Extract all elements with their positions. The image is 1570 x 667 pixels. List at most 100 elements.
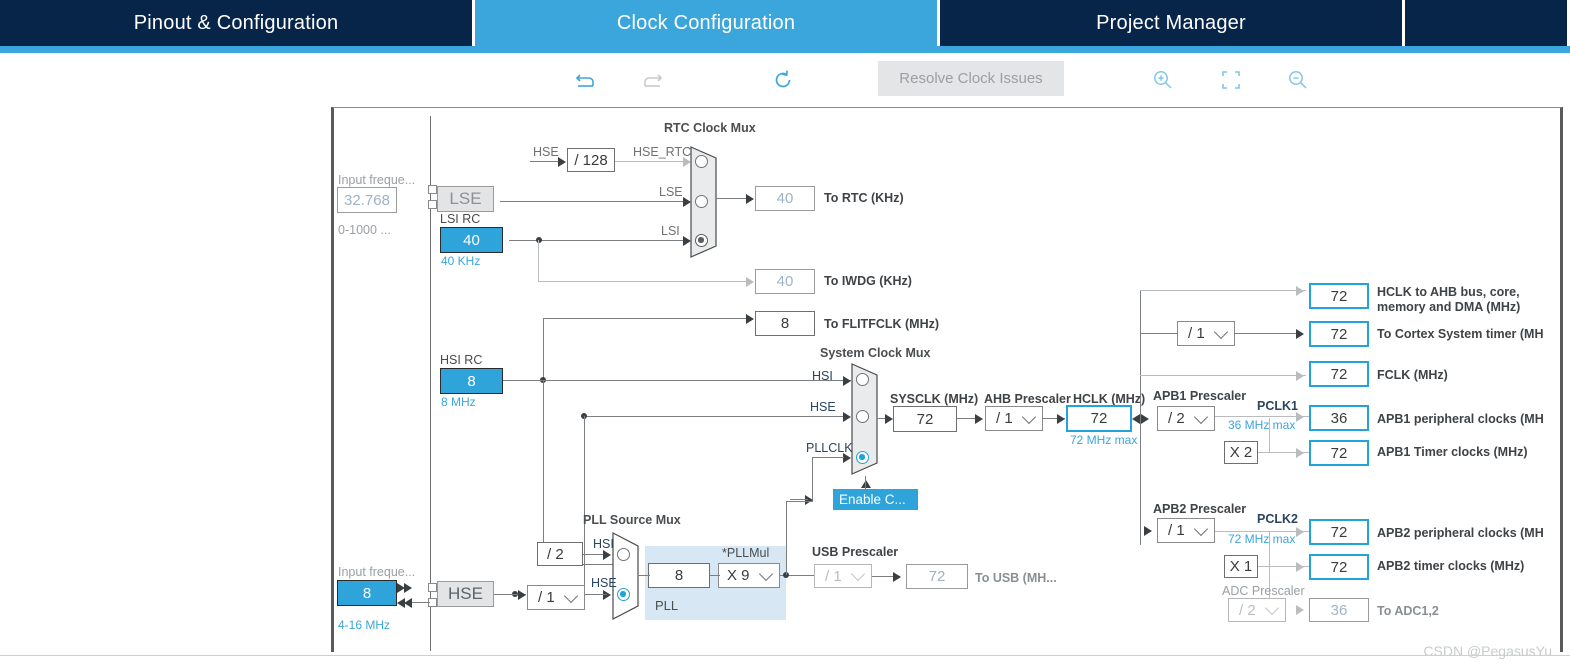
tab-label: Project Manager — [1096, 11, 1246, 34]
pll-block-label: PLL — [655, 598, 679, 613]
pll-source-mux-shape[interactable] — [612, 532, 644, 620]
arrow-into-adc-out — [1296, 605, 1304, 615]
hclk-out-label-line1: HCLK to AHB bus, core, — [1377, 285, 1520, 299]
adc-prescaler-select[interactable]: / 2 — [1228, 598, 1286, 622]
tab-project-manager[interactable]: Project Manager — [940, 0, 1405, 46]
hclk-out-value: 72 — [1309, 283, 1369, 309]
usb-prescaler-select[interactable]: / 1 — [814, 564, 872, 588]
chevron-down-icon — [850, 566, 866, 582]
tab-pinout-configuration[interactable]: Pinout & Configuration — [0, 0, 475, 46]
zoom-out-icon[interactable] — [1281, 63, 1315, 97]
ahb-prescaler-label: AHB Prescaler — [984, 392, 1071, 406]
adc-out-value: 36 — [1309, 598, 1369, 622]
lsi-rc-unit: 40 KHz — [441, 254, 481, 268]
cortex-out-label: To Cortex System timer (MH — [1377, 327, 1544, 341]
hsi-rc-value[interactable]: 8 — [440, 368, 503, 394]
apb1-timer-label: APB1 Timer clocks (MHz) — [1377, 445, 1528, 459]
hse-oscillator-block[interactable]: HSE — [437, 581, 494, 607]
arrow-into-apb2-prescaler — [1144, 526, 1152, 536]
lse-input-frequency-field[interactable]: 32.768 — [337, 187, 397, 213]
resolve-clock-issues-label: Resolve Clock Issues — [899, 70, 1043, 87]
redo-icon[interactable] — [635, 63, 669, 97]
tab-clock-configuration[interactable]: Clock Configuration — [475, 0, 940, 46]
sys-mux-input-hse[interactable] — [856, 410, 869, 423]
hsi-rc-unit: 8 MHz — [441, 395, 476, 409]
wire-pll-to-pllmul — [710, 575, 720, 576]
wire-apb1-branch-down — [1269, 418, 1270, 452]
arrow-into-cortex-out — [1296, 329, 1304, 339]
to-rtc-value: 40 — [755, 186, 815, 211]
pll-mux-input-hsi[interactable] — [617, 548, 630, 561]
ahb-prescaler-value: / 1 — [996, 410, 1013, 427]
apb2-prescaler-select[interactable]: / 1 — [1157, 518, 1215, 543]
usb-out-value: 72 — [906, 564, 968, 589]
tab-tools[interactable] — [1405, 0, 1567, 46]
wire-hse-to-sysmux — [584, 416, 844, 417]
usb-out-label: To USB (MH... — [975, 571, 1057, 585]
arrow-into-hclk-out — [1296, 286, 1304, 296]
wire-hclk-to-ahbbus — [1140, 290, 1306, 291]
pll-mux-input-hse-selected[interactable] — [617, 588, 630, 601]
arrow-into-apb2-periph — [1296, 527, 1304, 537]
pclk2-label: PCLK2 — [1257, 512, 1298, 526]
wire-pllmux-to-pll — [638, 575, 650, 576]
apb1-prescaler-label: APB1 Prescaler — [1153, 389, 1247, 403]
fit-to-screen-icon[interactable] — [1214, 63, 1248, 97]
hse-pin-arrow-out-b — [404, 583, 412, 593]
sys-mux-input-pllclk-selected[interactable] — [856, 451, 869, 464]
arrow-hse-into-pllmux — [603, 590, 611, 600]
sys-mux-input-hsi[interactable] — [856, 373, 869, 386]
arrow-into-sysclk — [885, 414, 893, 424]
wire-hse-to-div128 — [530, 161, 560, 162]
lse-pin-bottom — [428, 200, 437, 209]
hse-div-select[interactable]: / 1 — [527, 585, 585, 610]
chevron-down-icon — [1193, 409, 1209, 424]
arrow-pllclk-into-sysmux — [843, 453, 851, 463]
arrow-enable-css-up — [861, 480, 871, 488]
apb2-timer-value: 72 — [1309, 554, 1369, 580]
rtc-mux-input-hse-rtc[interactable] — [695, 155, 708, 168]
apb1-timer-multiplier: X 2 — [1224, 441, 1258, 464]
lse-input-frequency-label: Input freque... — [338, 173, 416, 187]
hse-rtc-divider-128: / 128 — [567, 148, 615, 172]
rtc-mux-input-lsi-selected[interactable] — [695, 234, 708, 247]
lsi-rc-title: LSI RC — [440, 212, 481, 226]
main-tab-bar: Pinout & Configuration Clock Configurati… — [0, 0, 1570, 46]
undo-icon[interactable] — [569, 63, 603, 97]
to-flitfclk-value: 8 — [755, 311, 815, 336]
enable-css-button[interactable]: Enable C... — [833, 489, 918, 510]
apb2-max-label: 72 MHz max — [1228, 532, 1296, 546]
ahb-prescaler-select[interactable]: / 1 — [985, 406, 1043, 431]
junction-lsi — [536, 237, 542, 243]
hse-pin-top — [428, 583, 437, 592]
chevron-down-icon — [1193, 521, 1209, 536]
hse-input-frequency-field[interactable]: 8 — [337, 580, 397, 606]
apb1-max-label: 36 MHz max — [1228, 418, 1296, 432]
arrow-hse-into-sysmux — [843, 412, 851, 422]
wire-lsi-to-iwdg — [538, 281, 752, 282]
pllmul-label: *PLLMul — [722, 546, 770, 560]
apb1-prescaler-value: / 2 — [1168, 410, 1185, 427]
hclk-value: 72 — [1066, 405, 1132, 432]
resolve-clock-issues-button[interactable]: Resolve Clock Issues — [878, 61, 1064, 96]
lsi-rc-value[interactable]: 40 — [440, 227, 503, 253]
wire-cortex-prescaler-out — [1235, 333, 1297, 334]
arrow-into-apb1-periph — [1296, 412, 1304, 422]
cortex-prescaler-select[interactable]: / 1 — [1177, 321, 1235, 346]
reset-icon[interactable] — [766, 63, 800, 97]
pllmul-select[interactable]: X 9 — [718, 563, 780, 588]
arrow-into-apb1-timer — [1296, 448, 1304, 458]
arrow-into-ahb-prescaler — [975, 414, 983, 424]
hsi-div2-value: / 2 — [547, 545, 564, 563]
apb1-prescaler-select[interactable]: / 2 — [1157, 406, 1215, 431]
pll-mux-label-hsi: HSI — [593, 537, 614, 551]
lse-oscillator-block[interactable]: LSE — [437, 186, 494, 212]
sysclk-label: SYSCLK (MHz) — [890, 392, 979, 406]
pllmul-value: X 9 — [727, 567, 750, 584]
apb2-timer-multiplier: X 1 — [1224, 555, 1258, 578]
wire-hsi-to-flitfclk — [543, 318, 752, 319]
zoom-in-icon[interactable] — [1146, 63, 1180, 97]
rtc-mux-input-lse[interactable] — [695, 195, 708, 208]
apb2-timer-label: APB2 timer clocks (MHz) — [1377, 559, 1525, 573]
chevron-down-icon — [1213, 324, 1229, 339]
